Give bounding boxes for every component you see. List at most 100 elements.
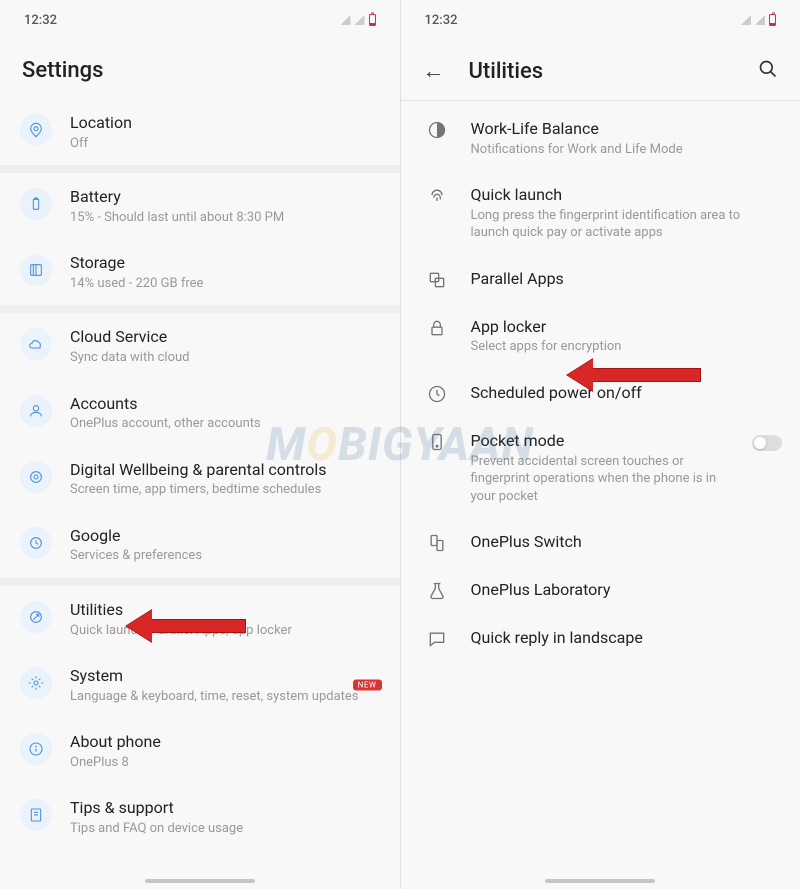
list-item-title: App locker (471, 316, 781, 338)
about-icon (20, 733, 52, 765)
utilities-item-switch[interactable]: OnePlus Switch (401, 518, 800, 566)
list-item-sub: Long press the fingerprint identificatio… (471, 207, 781, 242)
signal-icon (341, 15, 351, 25)
settings-item-about[interactable]: About phoneOnePlus 8 (0, 718, 400, 784)
settings-item-tips[interactable]: Tips & supportTips and FAQ on device usa… (0, 784, 400, 850)
list-item-sub: Services & preferences (70, 547, 380, 565)
header: Settings (0, 40, 400, 99)
utilities-item-lab[interactable]: OnePlus Laboratory (401, 566, 800, 614)
lab-icon (421, 581, 453, 601)
header: ← Utilities (401, 40, 800, 100)
cloud-icon (20, 328, 52, 360)
list-item-title: Work-Life Balance (471, 118, 781, 140)
settings-item-utilities[interactable]: UtilitiesQuick launch, Parallel Apps, ap… (0, 586, 400, 652)
settings-item-storage[interactable]: Storage14% used - 220 GB free (0, 239, 400, 305)
wlb-icon (421, 120, 453, 140)
list-item-sub: Screen time, app timers, bedtime schedul… (70, 481, 380, 499)
list-item-title: Quick reply in landscape (471, 627, 781, 649)
utilities-item-wlb[interactable]: Work-Life BalanceNotifications for Work … (401, 105, 800, 171)
signal-icon (355, 15, 365, 25)
list-item-sub: 14% used - 220 GB free (70, 275, 380, 293)
utilities-item-parallel[interactable]: Parallel Apps (401, 255, 800, 303)
utilities-item-applocker[interactable]: App lockerSelect apps for encryption (401, 303, 800, 369)
back-button[interactable]: ← (423, 58, 445, 84)
utilities-icon (20, 601, 52, 633)
utilities-item-quicklaunch[interactable]: Quick launchLong press the fingerprint i… (401, 171, 800, 255)
settings-item-location[interactable]: LocationOff (0, 99, 400, 165)
divider (401, 100, 800, 101)
section-divider (0, 578, 400, 586)
pocket-toggle[interactable] (752, 435, 782, 451)
list-item-sub: OnePlus 8 (70, 754, 380, 772)
signal-icon (741, 15, 751, 25)
status-bar: 12:32 (0, 0, 400, 40)
list-item-title: Location (70, 112, 380, 134)
settings-item-wellbeing[interactable]: Digital Wellbeing & parental controlsScr… (0, 446, 400, 512)
utilities-item-scheduled[interactable]: Scheduled power on/off (401, 369, 800, 417)
storage-icon (20, 254, 52, 286)
list-item-sub: Off (70, 135, 380, 153)
status-time: 12:32 (24, 13, 57, 28)
utilities-item-quickreply[interactable]: Quick reply in landscape (401, 614, 800, 662)
list-item-sub: Select apps for encryption (471, 338, 781, 356)
accounts-icon (20, 395, 52, 427)
nav-handle[interactable] (545, 879, 655, 883)
clock-icon (421, 384, 453, 404)
list-item-title: Pocket mode (471, 430, 737, 452)
new-badge: NEW (353, 680, 382, 691)
utilities-list: Work-Life BalanceNotifications for Work … (401, 105, 800, 889)
settings-item-accounts[interactable]: AccountsOnePlus account, other accounts (0, 380, 400, 446)
utilities-screen: 12:32 ← Utilities Work-Life BalanceNotif… (401, 0, 800, 889)
list-item-title: OnePlus Laboratory (471, 579, 781, 601)
system-icon (20, 667, 52, 699)
pocket-icon (421, 432, 453, 452)
list-item-sub: Language & keyboard, time, reset, system… (70, 688, 380, 706)
status-icons (341, 14, 376, 26)
battery-icon (369, 14, 376, 26)
list-item-title: Utilities (70, 599, 380, 621)
location-icon (20, 114, 52, 146)
list-item-title: Digital Wellbeing & parental controls (70, 459, 380, 481)
page-title: Utilities (469, 59, 544, 84)
list-item-title: System (70, 665, 380, 687)
tips-icon (20, 799, 52, 831)
list-item-title: Accounts (70, 393, 380, 415)
wellbeing-icon (20, 461, 52, 493)
settings-item-system[interactable]: SystemLanguage & keyboard, time, reset, … (0, 652, 400, 718)
list-item-sub: Quick launch, Parallel Apps, app locker (70, 622, 380, 640)
list-item-sub: Tips and FAQ on device usage (70, 820, 380, 838)
list-item-title: Battery (70, 186, 380, 208)
settings-item-google[interactable]: GoogleServices & preferences (0, 512, 400, 578)
status-bar: 12:32 (401, 0, 800, 40)
list-item-sub: Sync data with cloud (70, 349, 380, 367)
settings-list: LocationOff Battery15% - Should last unt… (0, 99, 400, 889)
fingerprint-icon (421, 186, 453, 206)
list-item-sub: 15% - Should last until about 8:30 PM (70, 209, 380, 227)
list-item-title: Storage (70, 252, 380, 274)
google-icon (20, 527, 52, 559)
section-divider (0, 305, 400, 313)
signal-icon (755, 15, 765, 25)
page-title: Settings (22, 58, 378, 83)
status-icons (741, 14, 776, 26)
settings-item-battery[interactable]: Battery15% - Should last until about 8:3… (0, 173, 400, 239)
switch-icon (421, 533, 453, 553)
list-item-title: Scheduled power on/off (471, 382, 781, 404)
list-item-sub: OnePlus account, other accounts (70, 415, 380, 433)
list-item-title: Google (70, 525, 380, 547)
status-time: 12:32 (425, 13, 458, 28)
message-icon (421, 629, 453, 649)
utilities-item-pocket[interactable]: Pocket modePrevent accidental screen tou… (401, 417, 800, 518)
section-divider (0, 165, 400, 173)
list-item-title: OnePlus Switch (471, 531, 781, 553)
list-item-sub: Notifications for Work and Life Mode (471, 141, 781, 159)
lock-icon (421, 318, 453, 338)
settings-item-cloud[interactable]: Cloud ServiceSync data with cloud (0, 313, 400, 379)
search-button[interactable] (758, 59, 778, 83)
list-item-title: Quick launch (471, 184, 781, 206)
settings-screen: 12:32 Settings LocationOff Battery15% - … (0, 0, 401, 889)
list-item-sub: Prevent accidental screen touches or fin… (471, 453, 737, 506)
parallel-icon (421, 270, 453, 290)
nav-handle[interactable] (145, 879, 255, 883)
list-item-title: About phone (70, 731, 380, 753)
